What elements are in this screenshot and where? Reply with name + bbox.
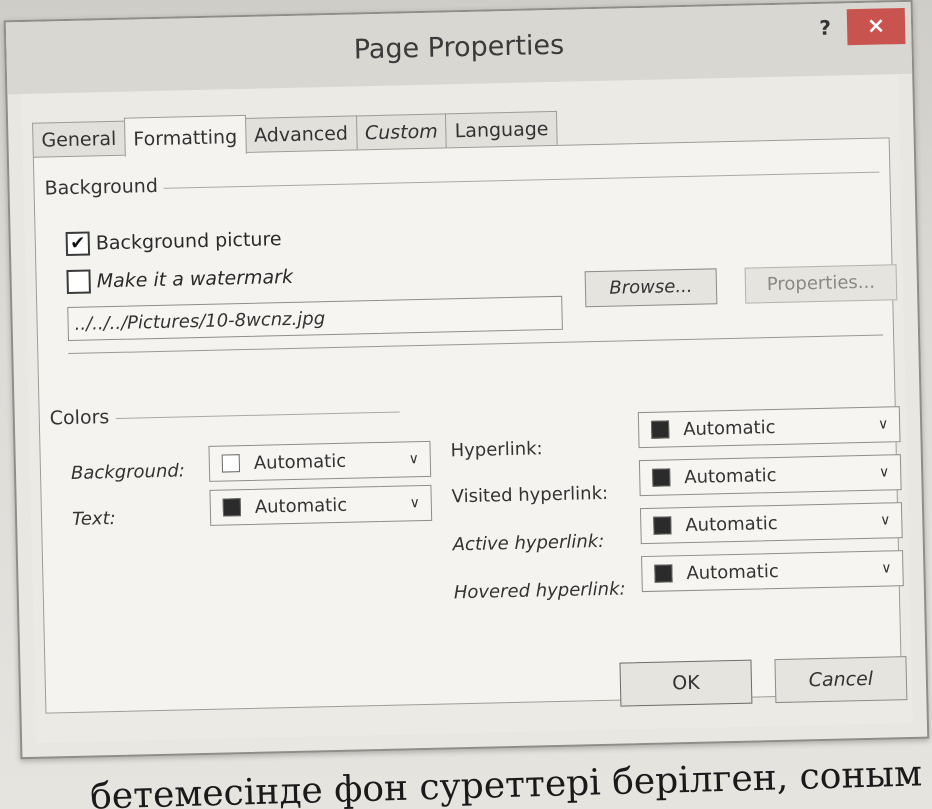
- close-button[interactable]: ×: [846, 7, 906, 46]
- background-group-label: Background: [44, 174, 165, 200]
- text-color-select[interactable]: Automatic ∨: [209, 484, 433, 526]
- active-hyperlink-color-value: Automatic: [685, 512, 778, 536]
- hovered-hyperlink-color-value: Automatic: [686, 560, 779, 584]
- visited-hyperlink-label: Visited hyperlink:: [451, 482, 609, 508]
- hyperlink-color-value: Automatic: [682, 416, 776, 440]
- hyperlink-label: Hyperlink:: [450, 438, 543, 462]
- hyperlink-color-select[interactable]: Automatic ∨: [637, 406, 901, 449]
- watermark-label: Make it a watermark: [96, 265, 294, 293]
- watermark-option[interactable]: Make it a watermark: [66, 265, 294, 295]
- visited-hyperlink-color-select[interactable]: Automatic ∨: [638, 454, 902, 497]
- visited-hyperlink-color-swatch: [652, 468, 671, 487]
- browse-button[interactable]: Browse...: [584, 268, 718, 308]
- background-picture-option[interactable]: ✔ Background picture: [65, 227, 282, 257]
- background-color-swatch: [221, 454, 241, 473]
- tab-general[interactable]: General: [32, 120, 126, 158]
- watermark-checkbox[interactable]: [66, 269, 91, 295]
- active-hyperlink-color-select[interactable]: Automatic ∨: [639, 502, 903, 545]
- background-group-line: [54, 171, 880, 192]
- tab-advanced[interactable]: Advanced: [244, 115, 358, 153]
- chevron-down-icon: ∨: [877, 416, 889, 433]
- chevron-down-icon: ∨: [881, 560, 892, 577]
- text-color-value: Automatic: [254, 494, 348, 518]
- background-picture-checkbox[interactable]: ✔: [65, 231, 91, 257]
- properties-button[interactable]: Properties...: [744, 264, 898, 304]
- background-picture-path-input[interactable]: ../../../Pictures/10-8wcnz.jpg: [67, 295, 563, 342]
- formatting-panel: Background ✔ Background picture Make it …: [32, 137, 904, 714]
- photo-background: Page Properties ? × General Formatting A…: [0, 0, 932, 809]
- dialog-title: Page Properties: [353, 29, 565, 66]
- help-button[interactable]: ?: [809, 11, 842, 44]
- hovered-hyperlink-color-swatch: [654, 564, 673, 583]
- active-hyperlink-label: Active hyperlink:: [452, 530, 605, 556]
- tab-formatting[interactable]: Formatting: [123, 114, 247, 157]
- background-picture-label: Background picture: [95, 228, 282, 255]
- hyperlink-color-swatch: [650, 420, 670, 439]
- chevron-down-icon: ∨: [878, 464, 890, 481]
- visited-hyperlink-color-value: Automatic: [684, 464, 777, 488]
- background-color-label: Background:: [70, 460, 186, 484]
- tab-custom[interactable]: Custom: [355, 113, 448, 151]
- background-color-value: Automatic: [253, 450, 347, 474]
- hovered-hyperlink-color-select[interactable]: Automatic ∨: [641, 550, 904, 593]
- tab-language[interactable]: Language: [445, 110, 558, 149]
- printed-caption: бетемесінде фон суреттері берілген, соны…: [89, 753, 923, 809]
- active-hyperlink-color-swatch: [653, 516, 672, 535]
- chevron-down-icon: ∨: [408, 451, 420, 468]
- chevron-down-icon: ∨: [409, 495, 421, 512]
- ok-button[interactable]: OK: [619, 659, 753, 707]
- page-properties-dialog: Page Properties ? × General Formatting A…: [3, 0, 930, 760]
- dialog-client-area: General Formatting Advanced Custom Langu…: [21, 74, 913, 743]
- text-color-swatch: [222, 498, 242, 517]
- background-color-select[interactable]: Automatic ∨: [208, 440, 432, 482]
- hovered-hyperlink-label: Hovered hyperlink:: [453, 578, 626, 604]
- colors-group-label: Colors: [49, 405, 116, 430]
- chevron-down-icon: ∨: [880, 512, 891, 529]
- text-color-label: Text:: [71, 507, 116, 530]
- cancel-button[interactable]: Cancel: [774, 656, 908, 704]
